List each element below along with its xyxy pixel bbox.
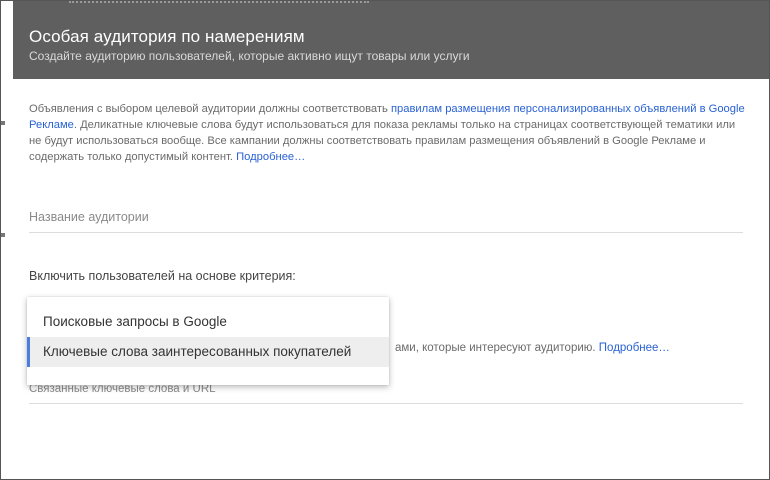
notice-text-end: . Деликатные ключевые слова будут исполь… bbox=[29, 119, 736, 163]
dialog-frame: Особая аудитория по намерениям Создайте … bbox=[0, 0, 770, 480]
dialog-subtitle: Создайте аудиторию пользователей, которы… bbox=[29, 49, 470, 63]
notice-text-start: Объявления с выбором целевой аудитории д… bbox=[29, 103, 391, 115]
dialog-header: Особая аудитория по намерениям Создайте … bbox=[13, 1, 769, 79]
dialog-title: Особая аудитория по намерениям bbox=[29, 27, 305, 46]
dropdown-option-search-queries[interactable]: Поисковые запросы в Google bbox=[27, 307, 389, 337]
header-remnant bbox=[69, 1, 369, 7]
audience-name-input[interactable] bbox=[29, 206, 743, 224]
policy-notice-text: Объявления с выбором целевой аудитории д… bbox=[29, 101, 745, 165]
policy-notice: Объявления с выбором целевой аудитории д… bbox=[29, 101, 745, 165]
criteria-dropdown-menu[interactable]: Поисковые запросы в Google Ключевые слов… bbox=[27, 297, 389, 385]
learn-more-link[interactable]: Подробнее… bbox=[236, 151, 305, 163]
background-mark bbox=[1, 121, 5, 125]
criteria-hint-text: ами, которые интересуют аудиторию. bbox=[395, 342, 599, 354]
background-mark bbox=[1, 233, 5, 237]
background-page bbox=[1, 1, 13, 479]
hint-learn-more-link[interactable]: Подробнее… bbox=[599, 342, 670, 354]
audience-name-field[interactable] bbox=[29, 206, 743, 233]
dropdown-option-buyer-keywords[interactable]: Ключевые слова заинтересованных покупате… bbox=[27, 337, 389, 367]
criteria-hint-text-wrap: ами, которые интересуют аудиторию. Подро… bbox=[395, 342, 670, 354]
criteria-label: Включить пользователей на основе критери… bbox=[29, 269, 296, 283]
